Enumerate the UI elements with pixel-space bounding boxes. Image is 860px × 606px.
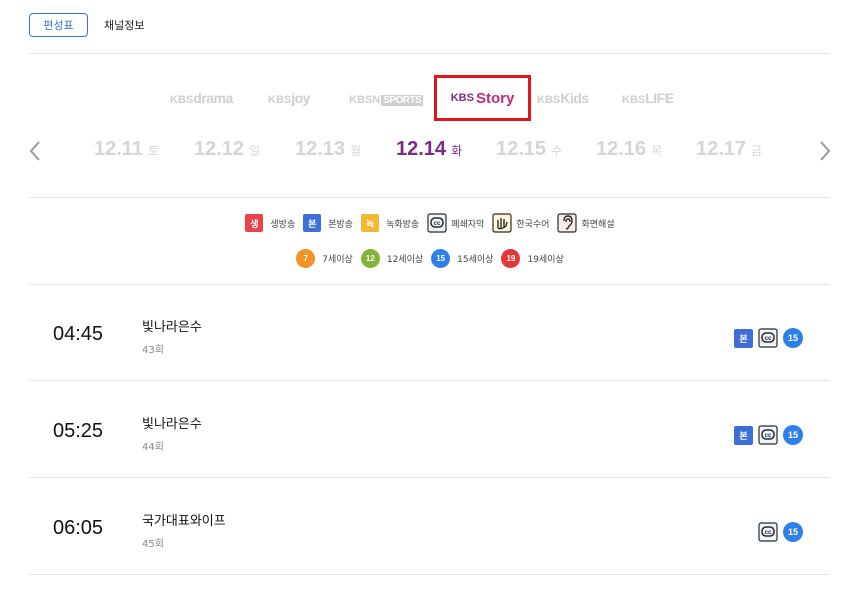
closed-caption-icon: cc <box>758 522 778 542</box>
closed-caption-icon: cc <box>758 328 778 348</box>
channel-name: Story <box>475 89 515 107</box>
program-title: 빛나라은수 <box>142 320 202 335</box>
program-episode: 43회 <box>142 345 164 356</box>
channel-kbs-kids[interactable]: KBSKids <box>537 90 589 106</box>
legend-age-ratings: 7 7세이상 12 12세이상 15 15세이상 19 19세이상 <box>0 249 860 268</box>
channel-brand: KBS <box>170 94 194 106</box>
svg-text:cc: cc <box>434 221 441 227</box>
channel-brand: KBS <box>268 94 292 106</box>
tab-schedule[interactable]: 편성표 <box>29 13 88 37</box>
legend-sign-language: 한국수어 <box>492 213 549 233</box>
age15-badge: 15 <box>783 328 803 348</box>
age15-badge: 15 <box>783 522 803 542</box>
tab-channel-info[interactable]: 채널정보 <box>104 17 144 33</box>
legend-age7: 7 7세이상 <box>296 249 353 268</box>
legend-label: 한국수어 <box>516 219 550 230</box>
program-row[interactable]: 06:05 국가대표와이프 45회 cc 15 <box>29 479 830 575</box>
chevron-left-icon[interactable] <box>28 140 42 162</box>
age15-badge: 15 <box>783 425 803 445</box>
age19-badge: 19 <box>501 249 521 268</box>
program-badges: 본 cc 15 <box>734 328 803 348</box>
program-row[interactable]: 05:25 빛나라은수 44회 본 cc 15 <box>29 382 830 478</box>
legend-label: 화면해설 <box>581 219 615 230</box>
channel-selector: KBSdrama KBSjoy KBSN SPORTS KBSKids KBSLI… <box>0 82 860 118</box>
sign-language-icon <box>492 213 512 233</box>
date-item[interactable]: 12.12 일 <box>194 138 260 161</box>
legend-age19: 19 19세이상 <box>501 249 564 268</box>
chevron-right-icon[interactable] <box>818 140 832 162</box>
legend-label: 녹화방송 <box>386 219 420 230</box>
legend-age15: 15 15세이상 <box>431 249 493 268</box>
channel-kbs-drama[interactable]: KBSdrama <box>170 90 233 106</box>
legend-age12: 12 12세이상 <box>360 249 424 268</box>
channel-brand: KBS <box>622 94 646 106</box>
legend-recorded: 녹 녹화방송 <box>361 214 419 232</box>
program-badges: 본 cc 15 <box>734 425 803 445</box>
channel-brand: KBSN <box>349 94 381 106</box>
legend-label: 7세이상 <box>322 255 353 265</box>
legend-label: 본방송 <box>328 219 354 230</box>
date-item[interactable]: 12.16 목 <box>596 138 662 161</box>
top-tabs: 편성표 채널정보 <box>29 13 144 37</box>
svg-text:cc: cc <box>765 530 772 536</box>
closed-caption-icon: cc <box>427 213 447 233</box>
date-item[interactable]: 12.17 금 <box>696 138 762 161</box>
original-badge: 본 <box>734 425 753 445</box>
channel-kbs-joy[interactable]: KBSjoy <box>268 90 310 106</box>
legend-label: 폐쇄자막 <box>451 219 485 230</box>
legend-audio-description: 화면해설 <box>557 213 615 233</box>
program-time: 05:25 <box>53 420 104 442</box>
legend-live: 생 생방송 <box>245 214 295 232</box>
age15-badge: 15 <box>431 249 451 268</box>
closed-caption-icon: cc <box>758 425 778 445</box>
ear-icon <box>557 213 578 233</box>
date-item[interactable]: 12.13 월 <box>295 138 361 161</box>
age12-badge: 12 <box>360 249 380 268</box>
legend-broadcast-types: 생 생방송 본 본방송 녹 녹화방송 cc 폐쇄자막 한국수어 화면해설 <box>0 213 860 233</box>
channel-kbs-life[interactable]: KBSLIFE <box>622 90 674 106</box>
divider <box>29 197 830 198</box>
program-episode: 44회 <box>142 442 164 453</box>
live-badge: 생 <box>245 214 264 232</box>
date-item[interactable]: 12.11 토 <box>94 138 159 161</box>
original-badge: 본 <box>303 214 322 232</box>
recorded-badge: 녹 <box>361 214 380 232</box>
date-item-active[interactable]: 12.14 화 <box>396 138 462 161</box>
channel-name: drama <box>193 90 233 106</box>
program-badges: cc 15 <box>758 522 803 542</box>
date-selector: 12.11 토 12.12 일 12.13 월 12.14 화 12.15 수 12.16… <box>0 136 860 166</box>
original-badge: 본 <box>734 328 753 348</box>
program-row[interactable]: 04:45 빛나라은수 43회 본 cc 15 <box>29 285 830 381</box>
channel-kbsn-sports[interactable]: KBSN SPORTS <box>349 90 424 106</box>
program-time: 06:05 <box>53 517 104 539</box>
legend-label: 생방송 <box>270 219 296 230</box>
program-episode: 45회 <box>142 539 164 550</box>
program-title: 빛나라은수 <box>142 417 202 432</box>
legend-label: 19세이상 <box>527 255 564 265</box>
legend-label: 15세이상 <box>457 255 494 265</box>
legend-original: 본 본방송 <box>303 214 353 232</box>
channel-brand: KBS <box>450 92 474 104</box>
divider <box>29 53 830 54</box>
channel-name: Kids <box>560 90 589 106</box>
svg-text:cc: cc <box>765 433 772 439</box>
program-time: 04:45 <box>53 323 104 345</box>
legend-cc: cc 폐쇄자막 <box>427 213 484 233</box>
svg-text:cc: cc <box>765 336 772 342</box>
age7-badge: 7 <box>296 249 316 268</box>
legend-label: 12세이상 <box>386 255 424 265</box>
program-title: 국가대표와이프 <box>142 514 226 529</box>
channel-name: joy <box>291 90 310 106</box>
channel-name: SPORTS <box>381 95 424 106</box>
channel-brand: KBS <box>537 94 561 106</box>
channel-kbs-story-selected[interactable]: KBS Story <box>434 75 531 121</box>
channel-name: LIFE <box>645 90 674 106</box>
date-item[interactable]: 12.15 수 <box>496 138 562 161</box>
